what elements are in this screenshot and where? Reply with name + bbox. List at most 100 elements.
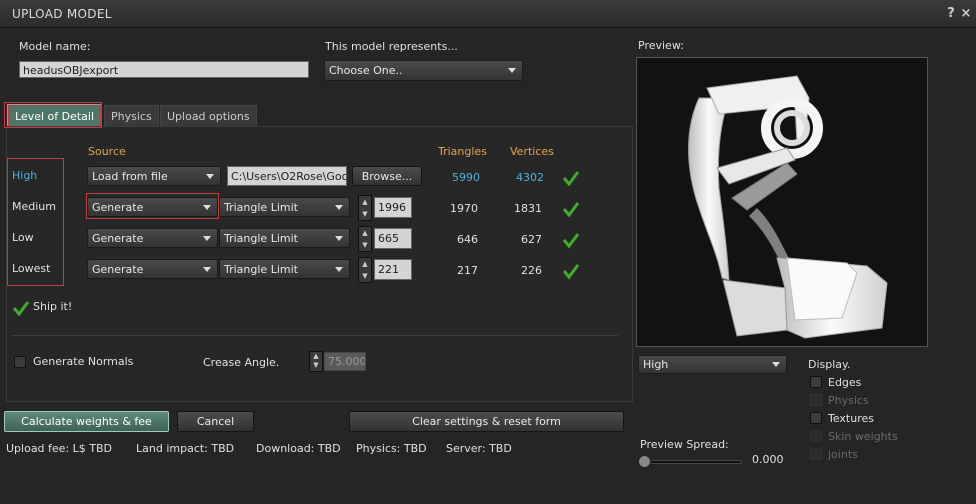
lod-name-lowest: Lowest <box>12 262 51 275</box>
lod-name-medium: Medium <box>12 200 56 213</box>
spinner-down-icon[interactable]: ▼ <box>359 239 371 251</box>
chevron-down-icon <box>772 362 780 367</box>
skin-weights-checkbox[interactable] <box>810 430 822 442</box>
browse-button[interactable]: Browse... <box>352 166 422 186</box>
textures-label: Textures <box>828 412 874 425</box>
preview-viewport[interactable] <box>636 57 928 347</box>
crease-angle-input[interactable]: 75.000 <box>324 352 366 371</box>
ship-it-label: Ship it! <box>33 300 73 313</box>
checkmark-icon <box>562 202 580 218</box>
preview-spread-value: 0.000 <box>752 453 784 466</box>
triangles-header: Triangles <box>438 145 487 158</box>
crease-angle-label: Crease Angle. <box>203 356 280 369</box>
joints-label: joints <box>828 448 858 461</box>
preview-lod-dropdown[interactable]: High <box>638 355 787 374</box>
model-name-input[interactable]: headusOBJexport <box>19 61 309 78</box>
preview-label: Preview: <box>638 39 684 52</box>
calculate-weights-button[interactable]: Calculate weights & fee <box>4 411 169 432</box>
checkmark-icon <box>562 264 580 280</box>
preview-spread-slider[interactable] <box>644 460 742 464</box>
physics-cost: Physics: TBD <box>356 442 427 455</box>
mode-value: Triangle Limit <box>224 201 298 214</box>
spinner-up-icon[interactable]: ▲ <box>310 352 322 361</box>
help-button[interactable]: ? <box>944 6 958 21</box>
generate-normals-label: Generate Normals <box>33 355 134 368</box>
crease-angle-spinner[interactable]: ▲ ▼ <box>309 351 323 372</box>
title-bar <box>0 0 976 28</box>
limit-spinner-lowest[interactable]: ▲ ▼ <box>358 257 372 283</box>
upload-fee: Upload fee: L$ TBD <box>6 442 113 455</box>
represents-dropdown[interactable]: Choose One.. <box>324 60 523 81</box>
chevron-down-icon <box>206 174 214 179</box>
limit-input-medium[interactable]: 1996 <box>374 197 412 218</box>
source-dropdown-high[interactable]: Load from file <box>87 166 221 186</box>
mode-dropdown-lowest[interactable]: Triangle Limit <box>219 259 350 279</box>
checkmark-icon <box>12 301 30 317</box>
triangles-lowest: 217 <box>457 264 478 277</box>
download-cost: Download: TBD <box>256 442 341 455</box>
display-label: Display. <box>808 358 851 371</box>
skin-weights-label: Skin weights <box>828 430 898 443</box>
vertices-high: 4302 <box>516 171 544 184</box>
spinner-down-icon[interactable]: ▼ <box>310 361 322 370</box>
chevron-down-icon <box>335 205 343 210</box>
source-value: Generate <box>92 263 144 276</box>
server-cost: Server: TBD <box>446 442 512 455</box>
represents-value: Choose One.. <box>329 64 403 77</box>
source-value: Generate <box>92 232 144 245</box>
limit-input-lowest[interactable]: 221 <box>374 259 412 280</box>
divider <box>12 335 618 336</box>
tab-physics[interactable]: Physics <box>104 105 159 127</box>
generate-normals-checkbox[interactable] <box>14 356 26 368</box>
shoe-model-image <box>688 75 888 339</box>
tab-upload-options[interactable]: Upload options <box>160 105 257 127</box>
mode-dropdown-low[interactable]: Triangle Limit <box>219 228 350 248</box>
joints-checkbox[interactable] <box>810 448 822 460</box>
physics-option-label: Physics <box>828 394 869 407</box>
close-button[interactable]: × <box>959 6 973 21</box>
chevron-down-icon <box>203 236 211 241</box>
limit-input-low[interactable]: 665 <box>374 228 412 249</box>
physics-checkbox[interactable] <box>810 394 822 406</box>
chevron-down-icon <box>335 236 343 241</box>
chevron-down-icon <box>203 205 211 210</box>
preview-spread-label: Preview Spread: <box>640 438 729 451</box>
limit-spinner-medium[interactable]: ▲ ▼ <box>358 195 372 221</box>
tab-highlight <box>4 102 102 128</box>
spinner-down-icon[interactable]: ▼ <box>359 208 371 220</box>
source-header: Source <box>88 145 126 158</box>
triangles-high: 5990 <box>452 171 480 184</box>
checkmark-icon <box>562 233 580 249</box>
source-value: Generate <box>92 201 144 214</box>
window-title: UPLOAD MODEL <box>12 7 112 21</box>
chevron-down-icon <box>203 267 211 272</box>
chevron-down-icon <box>335 267 343 272</box>
source-dropdown-lowest[interactable]: Generate <box>87 259 218 279</box>
triangles-medium: 1970 <box>450 202 478 215</box>
represents-label: This model represents... <box>325 40 458 53</box>
mode-value: Triangle Limit <box>224 263 298 276</box>
spinner-up-icon[interactable]: ▲ <box>359 258 371 270</box>
vertices-medium: 1831 <box>514 202 542 215</box>
spinner-down-icon[interactable]: ▼ <box>359 270 371 282</box>
model-name-label: Model name: <box>19 40 91 53</box>
triangles-low: 646 <box>457 233 478 246</box>
file-path-input[interactable]: C:\Users\O2Rose\Goog <box>227 166 347 186</box>
edges-checkbox[interactable] <box>810 376 822 388</box>
land-impact: Land impact: TBD <box>136 442 235 455</box>
mode-dropdown-medium[interactable]: Triangle Limit <box>219 197 350 217</box>
spinner-up-icon[interactable]: ▲ <box>359 196 371 208</box>
limit-spinner-low[interactable]: ▲ ▼ <box>358 226 372 252</box>
vertices-low: 627 <box>521 233 542 246</box>
source-dropdown-low[interactable]: Generate <box>87 228 218 248</box>
preview-lod-value: High <box>643 358 669 371</box>
clear-settings-button[interactable]: Clear settings & reset form <box>349 411 624 432</box>
slider-thumb[interactable] <box>638 455 651 468</box>
spinner-up-icon[interactable]: ▲ <box>359 227 371 239</box>
cancel-button[interactable]: Cancel <box>177 411 254 432</box>
lod-name-low: Low <box>12 231 34 244</box>
mode-value: Triangle Limit <box>224 232 298 245</box>
checkmark-icon <box>562 171 580 187</box>
source-dropdown-medium[interactable]: Generate <box>87 197 218 217</box>
textures-checkbox[interactable] <box>810 412 822 424</box>
